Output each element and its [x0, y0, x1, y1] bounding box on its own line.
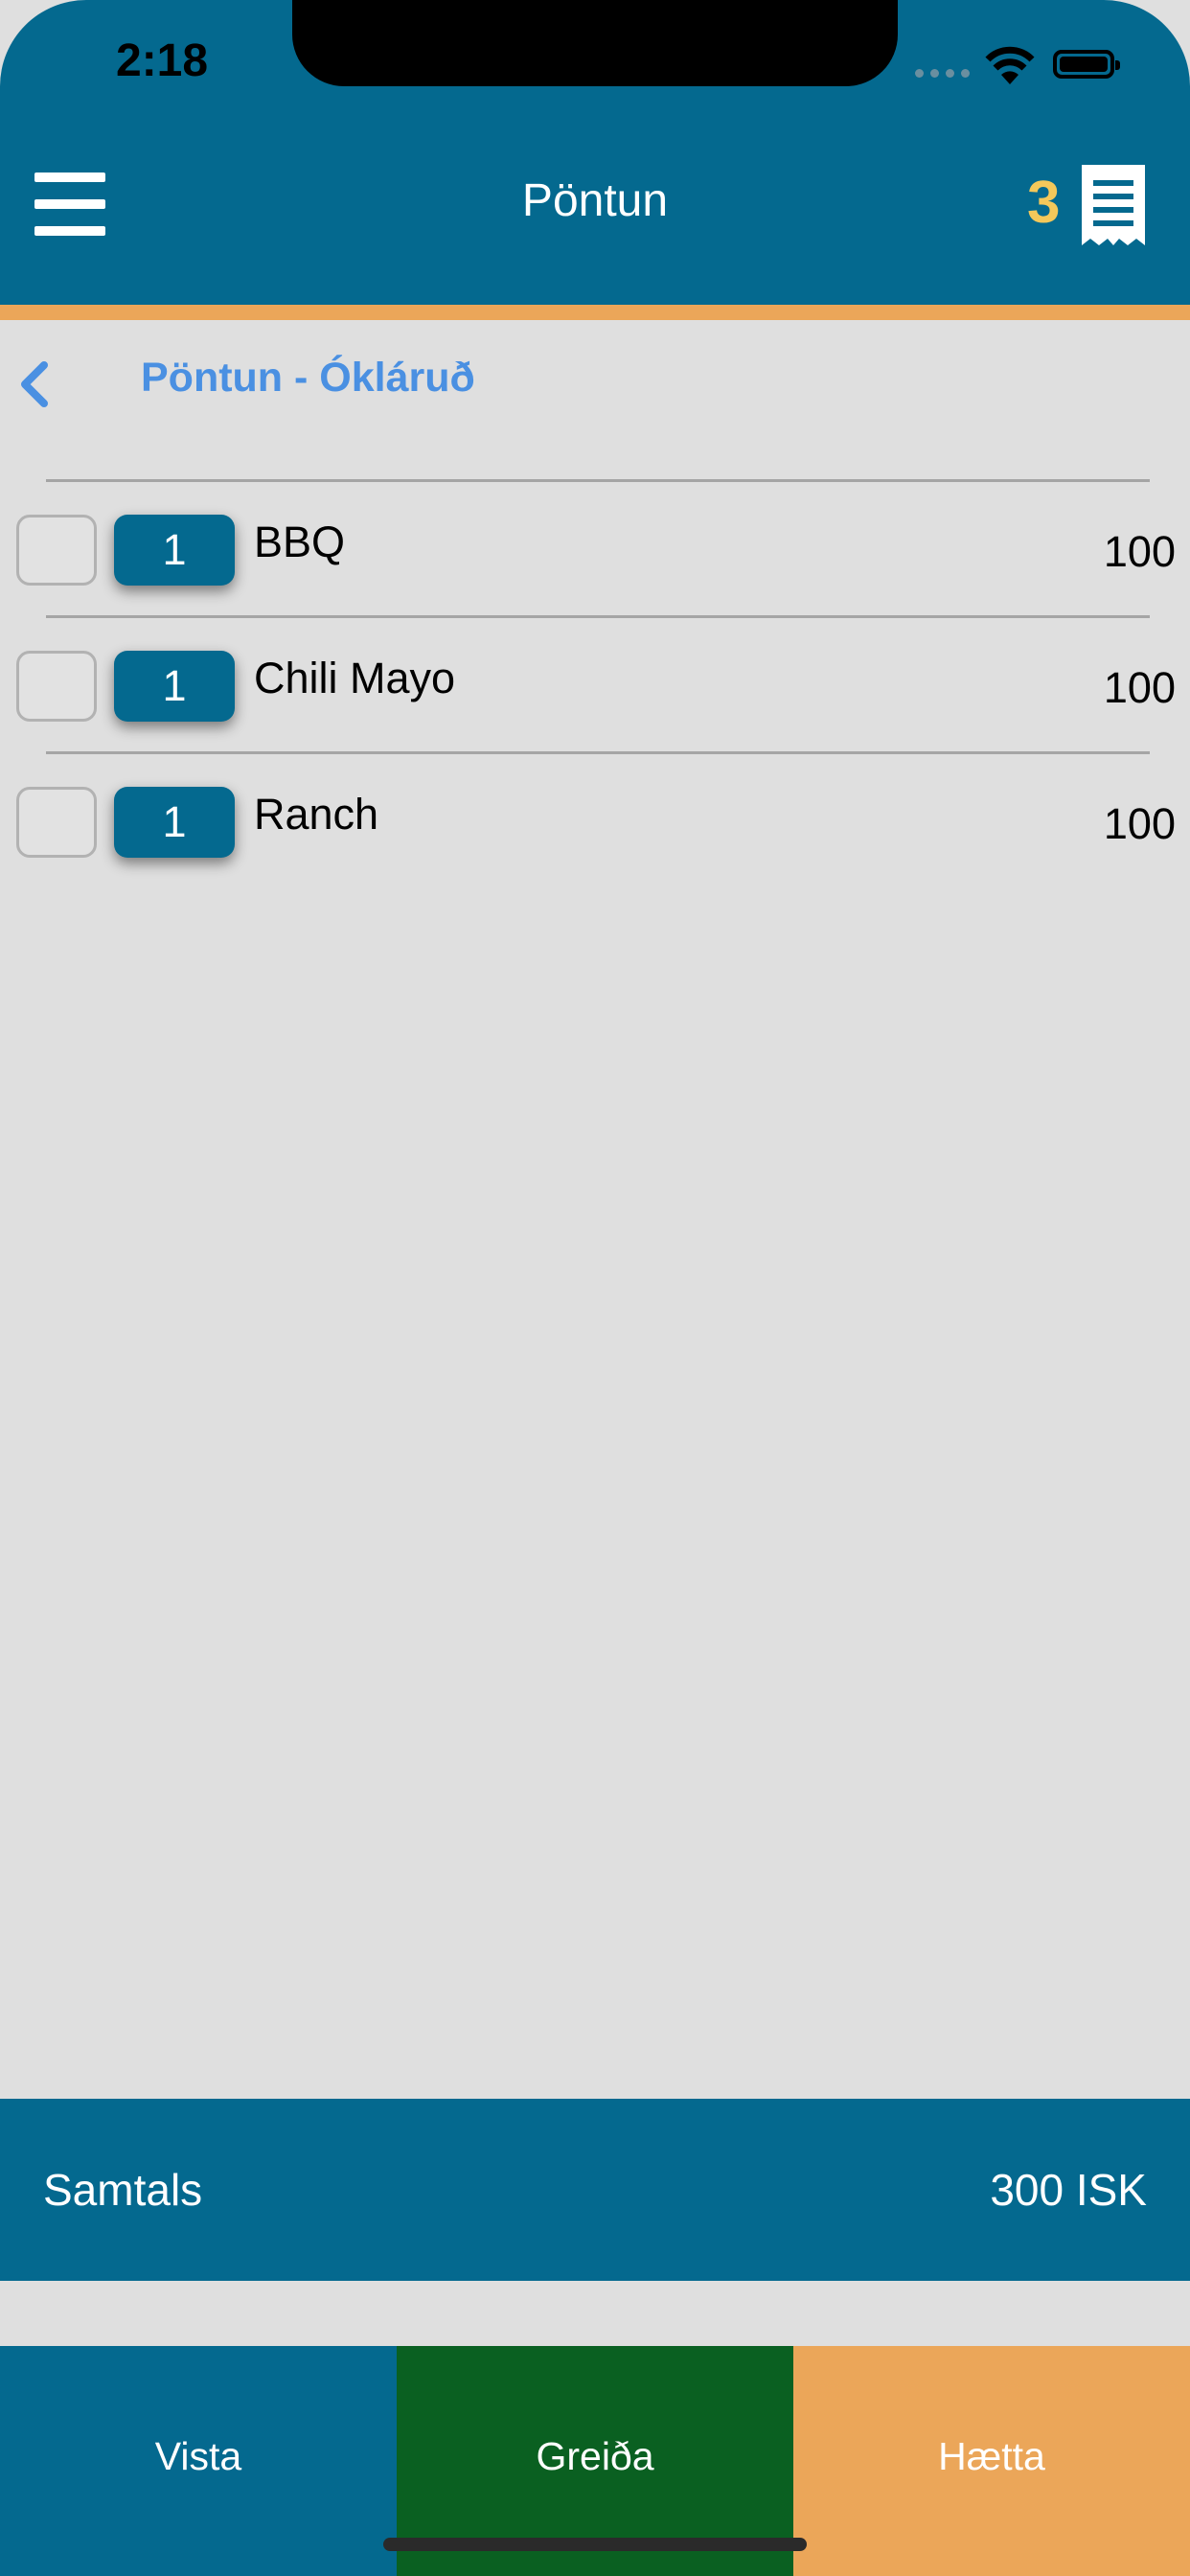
item-price: 100 — [1103, 663, 1176, 712]
total-value: 300 ISK — [990, 2165, 1147, 2215]
item-name: Ranch — [254, 790, 379, 839]
row-divider — [46, 479, 1150, 482]
item-price: 100 — [1103, 527, 1176, 576]
item-name: Chili Mayo — [254, 654, 456, 702]
order-status-title: Pöntun - Ókláruð — [141, 355, 475, 401]
row-divider — [46, 615, 1150, 618]
total-bar: Samtals 300 ISK — [0, 2099, 1190, 2281]
item-name: BBQ — [254, 518, 346, 566]
status-time: 2:18 — [116, 35, 209, 86]
quantity-badge[interactable]: 1 — [114, 787, 235, 858]
header-accent-bar — [0, 305, 1190, 320]
save-button[interactable]: Vista — [0, 2346, 397, 2576]
order-count-badge[interactable]: 3 — [1027, 169, 1060, 237]
item-price: 100 — [1103, 799, 1176, 848]
battery-icon — [1053, 50, 1120, 79]
receipt-icon[interactable] — [1082, 165, 1145, 245]
quantity-badge[interactable]: 1 — [114, 515, 235, 586]
row-divider — [46, 751, 1150, 754]
signal-icon — [915, 69, 970, 78]
wifi-icon — [985, 46, 1035, 84]
total-label: Samtals — [43, 2165, 203, 2215]
page-title: Pöntun — [521, 175, 669, 226]
home-indicator[interactable] — [383, 2538, 807, 2551]
device-notch — [292, 0, 898, 86]
item-checkbox[interactable] — [16, 515, 97, 586]
quantity-badge[interactable]: 1 — [114, 651, 235, 722]
item-checkbox[interactable] — [16, 651, 97, 722]
back-chevron-icon[interactable] — [15, 360, 54, 408]
item-checkbox[interactable] — [16, 787, 97, 858]
cancel-button[interactable]: Hætta — [793, 2346, 1190, 2576]
